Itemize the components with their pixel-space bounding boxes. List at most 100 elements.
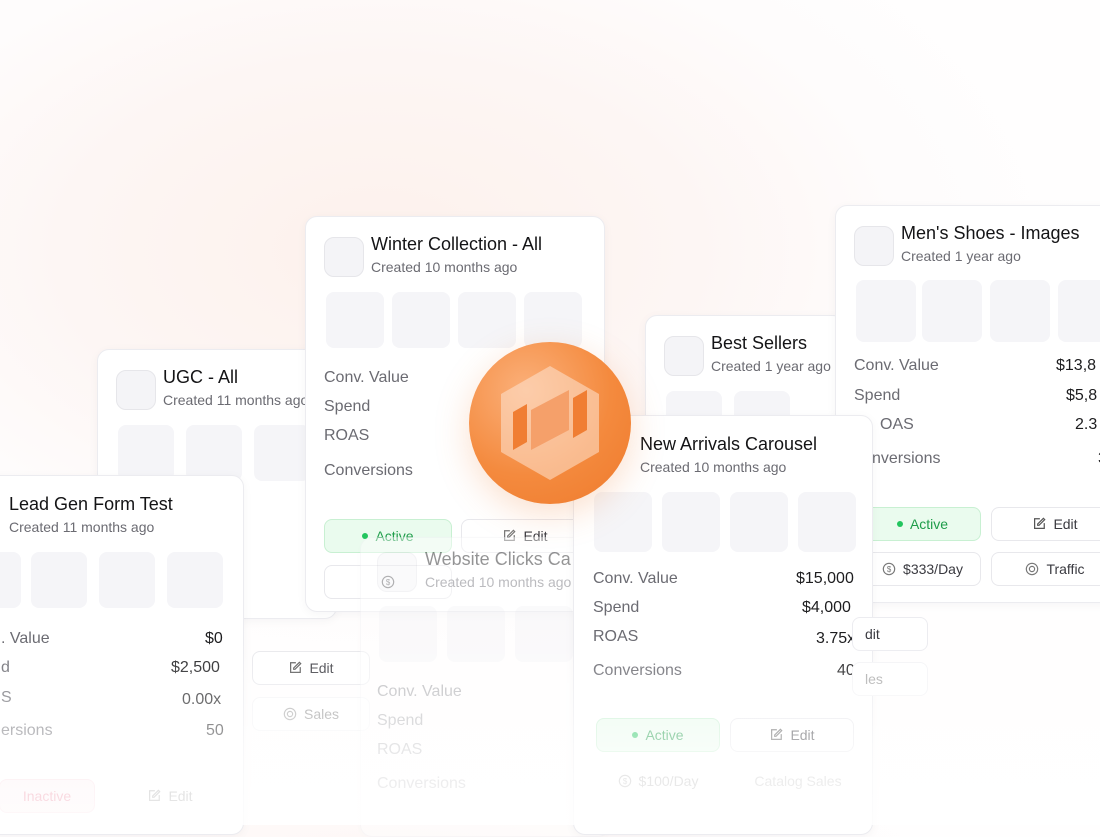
svg-text:$: $: [887, 565, 892, 574]
campaign-created: Created 10 months ago: [425, 574, 572, 590]
conv-value-label: Conv. Value: [593, 570, 678, 587]
conv-value-label: . Value: [1, 630, 50, 647]
objective-badge: Sales: [252, 697, 370, 731]
campaign-created: Created 1 year ago: [901, 248, 1021, 264]
status-dot: [896, 521, 903, 527]
conv-value-label: Conv. Value: [324, 369, 409, 386]
budget-label: $100/Day: [638, 773, 699, 789]
campaign-title: New Arrivals Carousel: [640, 434, 818, 454]
campaign-thumbnail: [377, 552, 417, 592]
creative-thumb: [0, 552, 21, 608]
roas-label: OAS: [880, 416, 914, 433]
edit-button[interactable]: dit: [852, 617, 928, 651]
edit-label: Edit: [309, 660, 334, 676]
creative-thumb: [254, 425, 310, 481]
campaign-created: Created 10 months ago: [640, 459, 787, 475]
creative-thumb: [186, 425, 242, 481]
budget-label: $333/Day: [903, 561, 963, 577]
roas-value: 0.00x: [182, 691, 222, 708]
status-label: Active: [909, 516, 949, 532]
spend-label: Spend: [324, 398, 371, 415]
creative-thumb: [856, 280, 916, 342]
status-dot: [632, 732, 639, 738]
creative-thumb: [524, 292, 582, 348]
spend-value: $5,8: [1066, 387, 1098, 404]
status-badge[interactable]: Active: [864, 507, 981, 541]
roas-value: 2.3: [1075, 416, 1098, 433]
roas-label: S: [1, 689, 12, 706]
campaign-thumbnail: [854, 226, 894, 266]
status-label: Active: [645, 727, 684, 743]
conv-value: $0: [205, 630, 223, 647]
svg-text:$: $: [622, 777, 627, 786]
spend-value: $4,000: [802, 599, 851, 616]
creative-thumb: [798, 492, 856, 552]
objective-badge: Catalog Sales: [730, 764, 866, 798]
creative-thumb: [730, 492, 788, 552]
creative-thumb: [379, 606, 437, 662]
spend-label: Spend: [854, 387, 901, 404]
edit-icon: [771, 728, 783, 740]
objective-label: Sales: [303, 706, 340, 722]
conv-value-label: Conv. Value: [377, 683, 462, 700]
campaign-created: Created 10 months ago: [371, 259, 518, 275]
status-badge[interactable]: Inactive: [0, 779, 95, 813]
edit-button[interactable]: Edit: [115, 779, 225, 813]
objective-badge: les: [852, 662, 928, 696]
edit-icon: [149, 789, 161, 801]
conversions-value: 50: [206, 722, 224, 739]
creative-thumb: [1058, 280, 1100, 342]
status-label: Inactive: [22, 788, 72, 804]
edit-label: Edit: [790, 727, 815, 743]
creative-thumb: [99, 552, 155, 608]
creative-thumb: [326, 292, 384, 348]
creative-thumb: [662, 492, 720, 552]
edit-button[interactable]: Edit: [252, 651, 370, 685]
spend-value: $2,500: [171, 659, 220, 676]
status-badge[interactable]: Active: [596, 718, 720, 752]
objective-label: Catalog Sales: [754, 773, 842, 789]
edit-label: Edit: [1053, 516, 1078, 532]
target-icon: [1026, 562, 1039, 576]
edit-button[interactable]: Edit: [730, 718, 854, 752]
dollar-circle-icon: $: [882, 562, 896, 576]
dollar-circle-icon: $: [618, 774, 631, 788]
campaign-title: Website Clicks Ca: [425, 549, 571, 569]
edit-button[interactable]: Edit: [991, 507, 1100, 541]
creative-thumb: [922, 280, 982, 342]
campaign-card-mens-shoes[interactable]: Men's Shoes - Images Created 1 year ago …: [835, 205, 1100, 603]
app-logo: [469, 342, 631, 504]
campaign-card-lead-gen[interactable]: Lead Gen Form Test Created 11 months ago…: [0, 475, 244, 835]
conv-value-label: Conv. Value: [854, 357, 939, 374]
creative-thumb: [118, 425, 174, 481]
creative-thumb: [990, 280, 1050, 342]
logo-mark-icon: [501, 366, 599, 480]
campaign-thumbnail: [324, 237, 364, 277]
creative-thumb: [167, 552, 223, 608]
edit-icon: [1034, 517, 1046, 529]
target-icon: [283, 707, 297, 721]
campaign-title: Best Sellers: [711, 333, 808, 353]
conversions-label: Conversions: [593, 662, 682, 679]
roas-label: ROAS: [377, 741, 423, 758]
campaign-title: Winter Collection - All: [371, 234, 543, 254]
spend-label: d: [1, 659, 10, 676]
creative-thumb: [458, 292, 516, 348]
campaign-title: UGC - All: [163, 367, 239, 387]
spend-label: Spend: [593, 599, 640, 616]
objective-label: Traffic: [1046, 561, 1085, 577]
conversions-label: nversions: [872, 450, 941, 467]
creative-thumb: [392, 292, 450, 348]
objective-label: les: [865, 671, 883, 687]
budget-badge: $ $100/Day: [596, 764, 720, 798]
roas-label: ROAS: [324, 427, 370, 444]
edit-label: Edit: [168, 788, 193, 804]
conv-value: $15,000: [796, 570, 854, 587]
conversions-label: Conversions: [324, 462, 413, 479]
campaign-created: Created 11 months ago: [9, 519, 155, 535]
campaign-thumbnail: [116, 370, 156, 410]
spend-label: Spend: [377, 712, 424, 729]
campaign-title: Lead Gen Form Test: [9, 494, 173, 514]
budget-badge: $ $333/Day: [864, 552, 981, 586]
creative-thumb: [31, 552, 87, 608]
